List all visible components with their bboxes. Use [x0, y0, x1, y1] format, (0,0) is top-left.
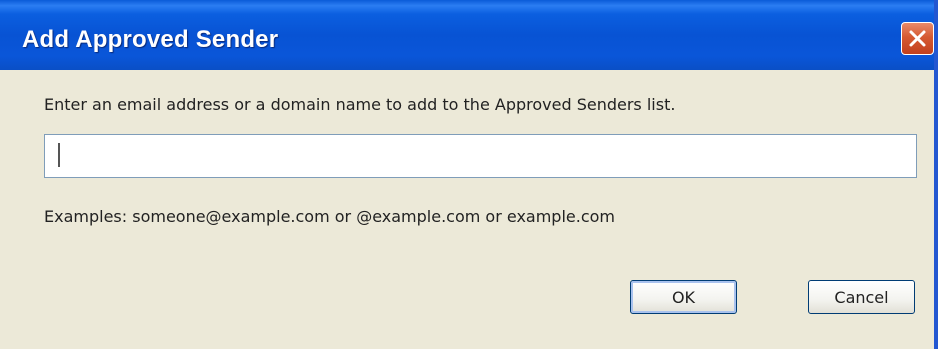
close-button[interactable] [901, 22, 934, 55]
instruction-text: Enter an email address or a domain name … [44, 95, 676, 114]
email-domain-input[interactable] [45, 135, 916, 177]
add-approved-sender-dialog: Add Approved Sender Enter an email addre… [0, 0, 938, 349]
close-icon [908, 29, 927, 48]
email-domain-field[interactable] [44, 134, 917, 178]
dialog-title: Add Approved Sender [22, 26, 279, 53]
cancel-button[interactable]: Cancel [808, 280, 915, 314]
ok-button[interactable]: OK [630, 280, 737, 314]
title-bar[interactable]: Add Approved Sender [0, 0, 934, 70]
dialog-body: Enter an email address or a domain name … [0, 70, 934, 349]
text-caret [58, 143, 60, 167]
examples-text: Examples: someone@example.com or @exampl… [44, 207, 616, 226]
